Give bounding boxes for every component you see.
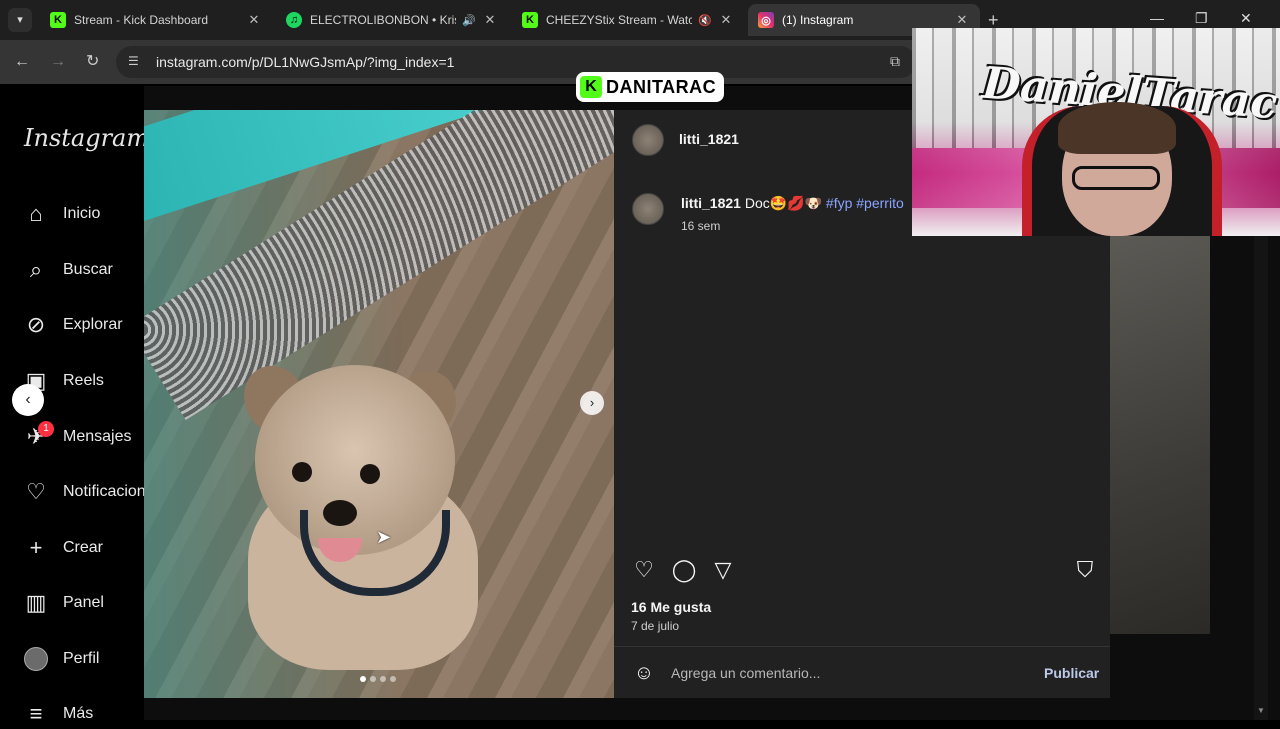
nav-label: Explorar	[63, 316, 123, 333]
unread-badge: 1	[38, 421, 54, 437]
restore-icon[interactable]: ❐	[1195, 10, 1208, 27]
author-username[interactable]: litti_1821	[679, 131, 739, 147]
like-heart-icon[interactable]: ♡	[631, 557, 657, 583]
carousel-prev-button[interactable]: ‹	[12, 384, 44, 416]
nav-notificaciones[interactable]: ♡ Notificaciones	[22, 477, 162, 507]
save-bookmark-icon[interactable]: ⛉	[1072, 557, 1098, 583]
kick-icon: K	[522, 12, 538, 28]
nav-buscar[interactable]: ⌕ Buscar	[22, 255, 113, 285]
author-avatar[interactable]	[632, 124, 664, 156]
back-arrow-icon[interactable]: ←	[14, 53, 30, 71]
streamer-glasses	[1072, 166, 1160, 190]
background-post-preview	[1110, 236, 1210, 634]
tab-title: (1) Instagram	[782, 13, 854, 27]
dashboard-icon: ▥	[25, 590, 47, 615]
emoji-icon[interactable]: ☺	[631, 660, 657, 686]
home-icon: ⌂	[29, 201, 43, 226]
caption-text: Doc🤩💋🐶	[744, 195, 823, 211]
comment-input[interactable]	[671, 662, 1011, 684]
webcam-overlay: DanielTarac	[912, 28, 1280, 236]
nav-mas[interactable]: ≡ Más	[22, 699, 94, 729]
menu-icon: ≡	[29, 701, 43, 726]
nav-label: Reels	[63, 372, 104, 389]
instagram-logo[interactable]: Instagram	[24, 124, 149, 152]
close-tab-icon[interactable]: ✕	[482, 12, 498, 28]
url-text: instagram.com/p/DL1NwGJsmAp/?img_index=1	[156, 54, 455, 70]
carousel-dots	[360, 676, 396, 682]
new-tab-button[interactable]: +	[988, 10, 999, 30]
publish-button[interactable]: Publicar	[1044, 665, 1099, 681]
install-app-icon[interactable]: ⧉	[890, 53, 900, 70]
minimize-icon[interactable]: —	[1150, 10, 1164, 26]
nav-mensajes[interactable]: ✈ 1 Mensajes	[22, 421, 132, 452]
nav-inicio[interactable]: ⌂ Inicio	[22, 199, 100, 229]
tab-kick-dashboard[interactable]: K Stream - Kick Dashboard ✕	[40, 4, 272, 36]
close-tab-icon[interactable]: ✕	[954, 12, 970, 28]
nav-label: Más	[63, 705, 94, 722]
carousel-next-button[interactable]: ›	[580, 391, 604, 415]
nav-label: Panel	[63, 594, 104, 611]
channel-name: DANITARAC	[606, 76, 717, 97]
close-window-icon[interactable]: ✕	[1240, 10, 1252, 27]
streamer-hair	[1058, 102, 1176, 154]
carousel-dot	[380, 676, 386, 682]
tab-title: Stream - Kick Dashboard	[74, 13, 209, 27]
tab-spotify[interactable]: ♫ ELECTROLIBONBON • Kris R 🔊 ✕	[276, 4, 508, 36]
profile-avatar	[22, 645, 50, 673]
close-tab-icon[interactable]: ✕	[246, 12, 262, 28]
close-tab-icon[interactable]: ✕	[718, 12, 734, 28]
reload-icon[interactable]: ↻	[86, 53, 99, 71]
share-icon[interactable]: ▽	[710, 557, 736, 583]
dog-eye	[360, 464, 380, 484]
nav-label: Inicio	[63, 205, 101, 222]
messenger-icon: ✈ 1	[22, 421, 54, 451]
carousel-dot	[360, 676, 366, 682]
nav-crear[interactable]: + Crear	[22, 533, 103, 563]
nav-label: Perfil	[63, 650, 100, 667]
compass-icon: ⊘	[26, 312, 46, 337]
heart-icon: ♡	[26, 479, 46, 504]
nav-panel[interactable]: ▥ Panel	[22, 588, 104, 618]
nav-explorar[interactable]: ⊘ Explorar	[22, 310, 123, 340]
url-field[interactable]: ☰ instagram.com/p/DL1NwGJsmAp/?img_index…	[116, 46, 916, 78]
nav-perfil[interactable]: Perfil	[22, 644, 99, 674]
caption-username[interactable]: litti_1821	[681, 195, 741, 211]
instagram-icon: ◎	[758, 12, 774, 28]
nav-label: Mensajes	[63, 428, 132, 445]
avatar	[24, 647, 48, 671]
scroll-down-arrow-icon[interactable]: ▼	[1257, 706, 1265, 715]
kick-icon: K	[50, 12, 66, 28]
carousel-dot	[390, 676, 396, 682]
muted-speaker-icon[interactable]: 🔇	[698, 14, 712, 27]
site-settings-icon[interactable]: ☰	[128, 54, 139, 68]
speaker-icon[interactable]: 🔊	[462, 14, 476, 27]
caption-hashtags[interactable]: #fyp #perrito	[826, 195, 904, 211]
forward-arrow-icon[interactable]: →	[50, 53, 66, 71]
post-date: 7 de julio	[631, 619, 680, 633]
spotify-icon: ♫	[286, 12, 302, 28]
kick-channel-label: K DANITARAC	[576, 72, 725, 102]
carousel-dot	[370, 676, 376, 682]
comment-icon[interactable]: ◯	[671, 557, 697, 583]
caption-avatar[interactable]	[632, 193, 664, 225]
dog-eye	[292, 462, 312, 482]
caption: litti_1821 Doc🤩💋🐶 #fyp #perrito	[681, 195, 904, 212]
mouse-cursor-icon: ➤	[376, 527, 392, 547]
nav-label: Crear	[63, 539, 104, 556]
kick-icon: K	[580, 76, 602, 98]
nav-label: Buscar	[63, 261, 113, 278]
tab-title: ELECTROLIBONBON • Kris R	[310, 13, 457, 27]
plus-icon: +	[29, 535, 43, 560]
tab-cheezystix[interactable]: K CHEEZYStix Stream - Watch 🔇 ✕	[512, 4, 744, 36]
tab-title: CHEEZYStix Stream - Watch	[546, 13, 693, 27]
like-count[interactable]: 16 Me gusta	[631, 599, 711, 615]
tab-search-dropdown[interactable]: ▾	[8, 8, 32, 32]
caption-timestamp: 16 sem	[681, 219, 721, 233]
search-icon: ⌕	[29, 257, 43, 282]
divider	[614, 646, 1110, 647]
